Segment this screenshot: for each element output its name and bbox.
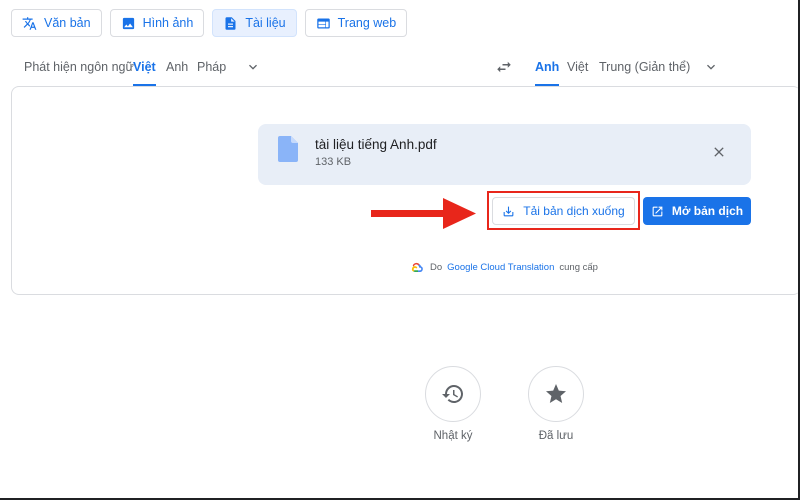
powered-suffix: cung cấp [559,261,598,273]
open-label: Mở bản dịch [671,204,744,218]
google-cloud-translation-link[interactable]: Google Cloud Translation [447,262,554,273]
target-lang-vietnamese[interactable]: Việt [567,48,588,86]
swap-icon [497,61,511,73]
history-label: Nhật ký [433,430,473,442]
source-lang-detect[interactable]: Phát hiện ngôn ngữ [24,48,134,86]
download-label: Tải bản dịch xuống [523,204,625,218]
mode-document-button[interactable]: Tài liệu [212,9,297,37]
chevron-down-icon [249,64,257,70]
web-icon [316,18,330,28]
mode-document-label: Tài liệu [245,16,286,30]
powered-by: Do Google Cloud Translation cung cấp [410,261,598,273]
swap-languages-button[interactable] [495,58,513,76]
open-translation-button[interactable]: Mở bản dịch [643,197,751,225]
mode-image-button[interactable]: Hình ảnh [109,9,205,37]
target-more-languages[interactable] [703,59,719,75]
file-card: tài liệu tiếng Anh.pdf 133 KB [258,124,751,185]
arrow-annotation [371,198,476,229]
powered-prefix: Do [430,261,443,273]
source-lang-vietnamese[interactable]: Việt [133,48,156,86]
history-icon [442,385,463,403]
source-lang-english[interactable]: Anh [166,48,188,86]
download-translation-button[interactable]: Tải bản dịch xuống [492,197,635,225]
mode-image-label: Hình ảnh [142,16,194,30]
mode-text-button[interactable]: Văn bản [11,9,102,37]
target-lang-english[interactable]: Anh [535,48,560,86]
mode-text-label: Văn bản [44,16,91,30]
source-more-languages[interactable] [245,59,261,75]
saved-button[interactable] [528,366,584,422]
mode-web-label: Trang web [337,16,397,30]
history-shortcut: Nhật ký [423,366,483,442]
target-lang-chinese[interactable]: Trung (Giản thể) [599,48,690,86]
history-button[interactable] [425,366,481,422]
chevron-down-icon [707,64,715,70]
google-cloud-icon [411,262,423,272]
file-icon [278,136,298,162]
source-lang-french[interactable]: Pháp [197,48,226,86]
star-icon [546,384,566,403]
file-name: tài liệu tiếng Anh.pdf [315,137,437,152]
close-icon [714,147,724,157]
file-size: 133 KB [315,156,352,168]
download-icon [503,206,514,216]
saved-label: Đã lưu [538,430,574,442]
document-panel [11,86,800,295]
translate-icon [22,16,37,30]
remove-file-button[interactable] [711,144,727,160]
image-icon [122,17,134,29]
mode-web-button[interactable]: Trang web [304,9,408,37]
document-icon [225,16,236,30]
open-in-new-icon [652,206,663,216]
saved-shortcut: Đã lưu [526,366,586,442]
mode-tabs: Văn bản Hình ảnh Tài liệu Trang web [11,9,408,37]
language-bar: Phát hiện ngôn ngữ Việt Anh Pháp Anh Việ… [0,48,800,86]
